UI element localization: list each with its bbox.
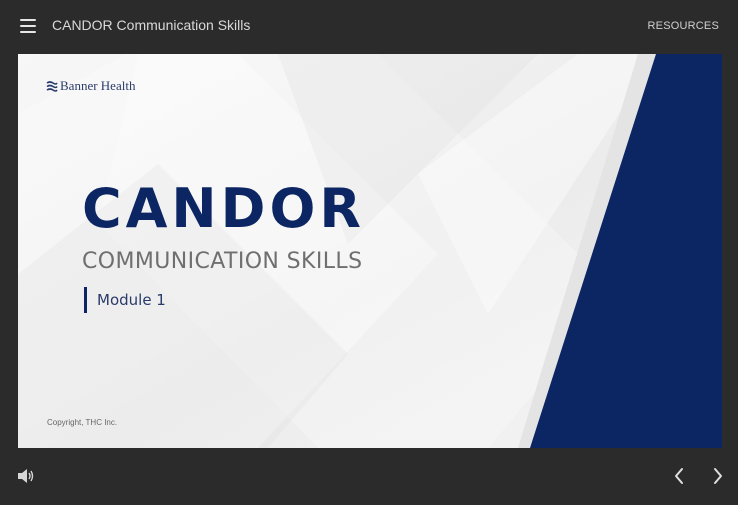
course-title: CANDOR Communication Skills [52, 17, 251, 33]
speaker-icon[interactable] [17, 468, 35, 484]
resources-link[interactable]: RESOURCES [648, 20, 719, 32]
chevron-left-icon[interactable] [671, 466, 687, 486]
slide-title: CANDOR [82, 177, 365, 240]
hamburger-menu-icon[interactable] [20, 19, 36, 33]
top-bar: CANDOR Communication Skills RESOURCES [0, 0, 738, 54]
banner-health-logo-icon [46, 81, 58, 92]
slide-subtitle: COMMUNICATION SKILLS [82, 249, 363, 274]
logo-text: Banner Health [60, 78, 136, 93]
chevron-right-icon[interactable] [710, 466, 726, 486]
module-label: Module 1 [84, 287, 166, 313]
slide-canvas: Banner Health CANDOR COMMUNICATION SKILL… [18, 54, 722, 448]
banner-health-logo: Banner Health [46, 78, 135, 94]
copyright-text: Copyright, THC Inc. [47, 418, 118, 427]
